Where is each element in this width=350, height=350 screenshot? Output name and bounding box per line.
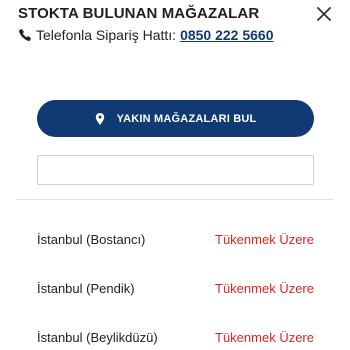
store-list-item: İstanbul (Bostancı) Tükenmek Üzere [37,232,314,247]
store-list-item: İstanbul (Pendik) Tükenmek Üzere [37,281,314,296]
phone-icon [18,28,32,42]
divider [16,199,334,200]
find-nearby-stores-button[interactable]: YAKIN MAĞAZALARI BUL [37,100,314,137]
stock-status: Tükenmek Üzere [215,232,314,247]
store-name: İstanbul (Pendik) [37,281,135,296]
stock-status: Tükenmek Üzere [215,281,314,296]
close-button[interactable] [314,4,334,24]
store-list-item: İstanbul (Beylikdüzü) Tükenmek Üzere [37,330,314,345]
store-stock-panel: STOKTA BULUNAN MAĞAZALAR Telefonla Sipar… [0,0,350,350]
close-icon [314,4,334,24]
find-nearby-stores-label: YAKIN MAĞAZALARI BUL [116,112,257,125]
phone-number-link[interactable]: 0850 222 5660 [180,27,273,43]
store-name: İstanbul (Beylikdüzü) [37,330,158,345]
panel-title: STOKTA BULUNAN MAĞAZALAR [18,5,260,22]
phone-order-line: Telefonla Sipariş Hattı: 0850 222 5660 [18,27,274,43]
phone-label: Telefonla Sipariş Hattı: [36,27,177,43]
location-pin-icon [95,112,105,125]
stock-status: Tükenmek Üzere [215,330,314,345]
store-name: İstanbul (Bostancı) [37,232,146,247]
store-search-input[interactable] [37,155,314,185]
